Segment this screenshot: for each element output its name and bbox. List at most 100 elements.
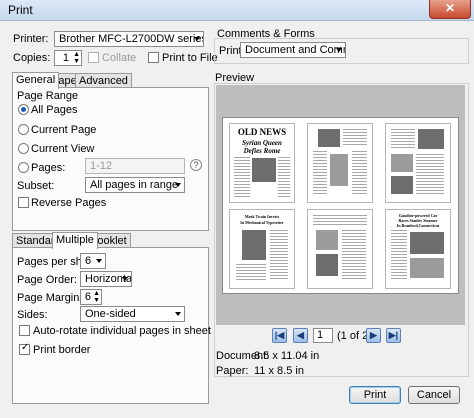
current-page-radio[interactable] [18, 124, 29, 135]
comments-print-select[interactable]: Document and Comments [240, 42, 346, 58]
all-pages-radio[interactable] [18, 104, 29, 115]
close-icon: ✕ [444, 1, 456, 15]
print-button[interactable]: Print [349, 386, 401, 404]
page-thumbnail [385, 123, 451, 203]
last-page-icon: ▶| [388, 330, 399, 340]
window-title: Print [8, 3, 33, 17]
chevron-down-icon [122, 277, 128, 281]
illustration-image [410, 232, 444, 254]
subset-select[interactable]: All pages in range [85, 177, 185, 193]
thumbnail-headline: In Branford,Connecticut [396, 223, 440, 228]
illustration-image [418, 129, 444, 149]
preview-sheet: OLD NEWS Syrian Queen Defies Rome Mark T… [222, 117, 459, 294]
text-column [313, 151, 327, 195]
last-page-button[interactable]: ▶| [386, 328, 401, 343]
text-column [391, 129, 415, 149]
current-view-radio[interactable] [18, 143, 29, 154]
pages-label: Pages: [31, 162, 66, 174]
copies-stepper[interactable]: 1 ▲ ▼ [54, 50, 82, 66]
next-page-button[interactable]: ▶ [366, 328, 381, 343]
text-column [343, 129, 367, 147]
page-number-value: 1 [317, 329, 324, 341]
text-column [313, 215, 367, 227]
illustration-image [316, 254, 338, 276]
printer-select[interactable]: Brother MFC-L2700DW series [54, 31, 204, 47]
pages-per-sheet-select[interactable]: 6 [80, 253, 106, 269]
tab-general[interactable]: General [12, 72, 60, 89]
document-size-value: 8.5 x 11.04 in [254, 350, 320, 362]
text-column [278, 157, 290, 197]
illustration-image [391, 154, 413, 172]
subset-select-value: All pages in range [90, 179, 179, 191]
page-order-select[interactable]: Horizontal [80, 271, 132, 287]
collate-label: Collate [102, 52, 137, 64]
illustration-image [410, 258, 444, 278]
previous-page-icon: ◀ [297, 330, 304, 340]
page-range-title: Page Range [17, 90, 79, 102]
page-thumbnail: Gasoline-powered Car Races Stanley Steam… [385, 209, 451, 289]
thumbnail-headline: OLD NEWS [237, 127, 287, 137]
page-thumbnail [307, 209, 373, 289]
pages-radio[interactable] [18, 162, 29, 173]
collate-checkbox[interactable] [88, 52, 99, 63]
sides-select[interactable]: One-sided [80, 306, 185, 322]
chevron-down-icon [336, 48, 342, 52]
first-page-button[interactable]: |◀ [272, 328, 287, 343]
reverse-pages-label: Reverse Pages [31, 197, 107, 209]
next-page-icon: ▶ [370, 330, 377, 340]
help-icon[interactable]: ? [190, 159, 202, 171]
chevron-down-icon [194, 37, 200, 41]
copies-label: Copies: [13, 52, 51, 64]
current-view-label: Current View [31, 143, 95, 155]
first-page-icon: |◀ [274, 330, 285, 340]
auto-rotate-checkbox[interactable] [19, 325, 30, 336]
print-to-file-checkbox[interactable] [148, 52, 159, 63]
sides-label: Sides: [17, 309, 48, 321]
page-order-label: Page Order: [17, 274, 77, 286]
page-margins-stepper[interactable]: 6 ▲ ▼ [80, 289, 102, 305]
title-bar: Print ✕ [0, 0, 474, 21]
reverse-pages-checkbox[interactable] [18, 197, 29, 208]
tab-advanced[interactable]: Advanced [75, 73, 132, 88]
print-to-file-label: Print to File [162, 52, 218, 64]
comments-print-value: Document and Comments [245, 44, 345, 56]
text-column [352, 151, 367, 195]
text-column [236, 264, 266, 280]
sides-value: One-sided [85, 308, 136, 320]
copies-value: 1 [62, 52, 69, 64]
illustration-image [242, 230, 266, 260]
text-column [342, 230, 366, 280]
subset-label: Subset: [17, 180, 55, 192]
print-border-label: Print border [33, 344, 91, 356]
thumbnail-headline: In Mechanical Typesetter [240, 220, 284, 225]
text-column [391, 230, 407, 280]
chevron-down-icon [96, 259, 102, 263]
previous-page-button[interactable]: ◀ [293, 328, 308, 343]
chevron-down-icon [175, 312, 181, 316]
text-column [234, 157, 250, 197]
stepper-arrows-icon[interactable]: ▲ ▼ [73, 51, 80, 65]
text-column [270, 230, 288, 280]
illustration-image [316, 230, 338, 250]
pages-input[interactable]: 1-12 [85, 158, 185, 174]
preview-canvas: OLD NEWS Syrian Queen Defies Rome Mark T… [216, 85, 465, 325]
page-thumbnail: Mark Twain Invests In Mechanical Typeset… [229, 209, 295, 289]
all-pages-label: All Pages [31, 104, 78, 116]
stepper-arrows-icon[interactable]: ▲ ▼ [93, 290, 100, 304]
pages-input-value: 1-12 [90, 160, 113, 172]
page-margins-label: Page Margins: [17, 292, 88, 304]
chevron-down-icon [175, 183, 181, 187]
page-number-input[interactable]: 1 [313, 328, 333, 343]
printer-select-value: Brother MFC-L2700DW series [59, 33, 204, 45]
cancel-button[interactable]: Cancel [408, 386, 460, 404]
paper-size-label: Paper: [216, 365, 249, 377]
illustration-image [391, 176, 413, 194]
thumbnail-headline: Syrian Queen [242, 139, 282, 147]
close-button[interactable]: ✕ [429, 0, 471, 19]
thumbnail-headline: Mark Twain Invests [244, 214, 280, 219]
page-margins-value: 6 [84, 291, 91, 303]
page-thumbnail: OLD NEWS Syrian Queen Defies Rome [229, 123, 295, 203]
paper-size-value: 11 x 8.5 in [254, 365, 304, 377]
tab-multiple[interactable]: Multiple [52, 232, 98, 249]
print-border-checkbox[interactable] [19, 342, 30, 355]
